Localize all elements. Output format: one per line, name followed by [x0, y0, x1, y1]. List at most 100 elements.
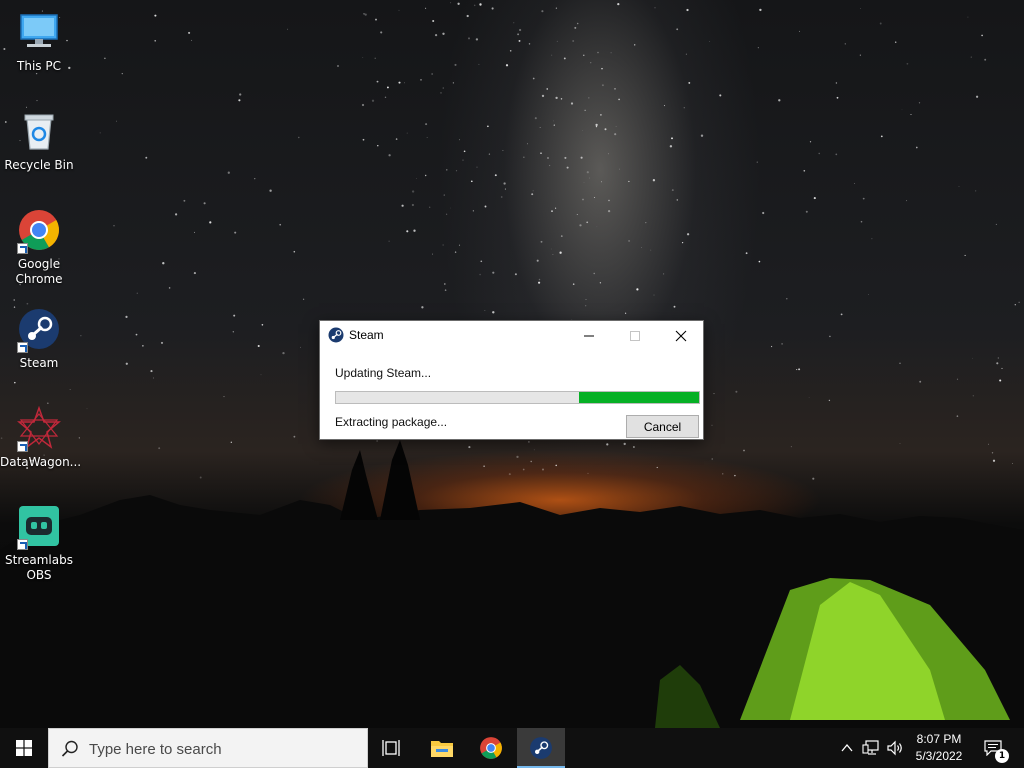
star	[862, 197, 865, 200]
star	[113, 225, 115, 227]
desktop-icon-datawagon[interactable]: DataWagon...	[0, 404, 81, 470]
taskbar-steam[interactable]	[517, 728, 565, 768]
star	[468, 37, 470, 40]
star	[906, 62, 909, 65]
star	[984, 58, 987, 61]
close-button[interactable]	[658, 321, 704, 351]
show-hidden-icons-button[interactable]	[836, 728, 858, 768]
star	[168, 287, 171, 289]
star	[145, 156, 148, 159]
star	[269, 189, 272, 192]
star	[513, 22, 515, 24]
star	[540, 152, 542, 154]
star	[466, 14, 469, 18]
star	[735, 390, 738, 393]
star	[595, 123, 598, 127]
star	[799, 30, 800, 32]
taskbar-clock[interactable]: 8:07 PM 5/3/2022	[908, 731, 970, 765]
star	[829, 335, 831, 338]
star	[462, 159, 464, 161]
star	[560, 235, 563, 237]
star	[538, 278, 541, 281]
task-view-icon	[382, 740, 400, 756]
star	[504, 188, 506, 190]
star	[996, 362, 999, 365]
star	[618, 98, 620, 101]
star	[362, 138, 365, 141]
star	[398, 81, 401, 84]
star	[443, 283, 446, 285]
star	[121, 72, 123, 75]
taskbar-file-explorer[interactable]	[418, 728, 466, 768]
star	[257, 344, 260, 348]
star	[607, 153, 609, 155]
star	[398, 9, 400, 11]
star	[475, 38, 479, 41]
desktop-icon-google-chrome[interactable]: Google Chrome	[0, 206, 78, 287]
steam-icon	[328, 327, 344, 348]
star	[380, 31, 383, 34]
star	[628, 180, 630, 183]
star	[972, 357, 973, 359]
star	[142, 345, 144, 347]
start-button[interactable]	[0, 728, 48, 768]
star	[425, 174, 427, 177]
star	[492, 271, 495, 274]
star	[13, 299, 15, 301]
clock-time: 8:07 PM	[916, 732, 962, 746]
desktop-icon-this-pc[interactable]: This PC	[0, 8, 78, 74]
star	[583, 54, 585, 56]
star	[805, 210, 808, 213]
star	[972, 395, 974, 397]
task-view-button[interactable]	[368, 728, 416, 768]
star	[673, 305, 676, 308]
star	[835, 153, 838, 156]
desktop-icon-recycle-bin[interactable]: Recycle Bin	[0, 107, 78, 173]
desktop-icon-label: This PC	[17, 59, 61, 73]
star	[813, 197, 816, 200]
this-pc-icon	[15, 8, 63, 56]
star	[69, 389, 71, 390]
minimize-button[interactable]	[566, 321, 612, 351]
star	[576, 213, 578, 216]
star	[585, 299, 587, 300]
star	[505, 64, 509, 67]
dialog-titlebar[interactable]: Steam	[320, 321, 703, 351]
volume-button[interactable]	[884, 728, 906, 768]
star	[759, 8, 762, 12]
star	[719, 94, 722, 97]
taskbar-search-box[interactable]: Type here to search	[48, 728, 368, 768]
star	[854, 183, 855, 184]
star	[981, 34, 983, 37]
star	[479, 3, 482, 6]
star	[479, 273, 481, 276]
desktop-icon-steam[interactable]: Steam	[0, 305, 78, 371]
taskbar-chrome[interactable]	[467, 728, 515, 768]
star	[374, 57, 376, 59]
network-button[interactable]	[860, 728, 882, 768]
star	[818, 152, 820, 155]
star	[880, 135, 883, 138]
star	[608, 199, 610, 202]
star	[597, 51, 599, 54]
star	[476, 166, 478, 168]
star	[454, 251, 457, 253]
star	[624, 312, 627, 314]
star	[401, 204, 404, 207]
star	[636, 288, 639, 291]
star	[860, 8, 861, 10]
cancel-button[interactable]: Cancel	[626, 415, 699, 438]
star	[686, 8, 689, 12]
star	[411, 203, 415, 207]
star	[745, 252, 748, 255]
star	[80, 335, 82, 337]
star	[906, 200, 908, 202]
star	[470, 180, 473, 183]
star	[663, 105, 665, 107]
star	[293, 250, 296, 253]
star	[564, 156, 567, 159]
star	[871, 238, 873, 240]
desktop-icon-streamlabs-obs[interactable]: Streamlabs OBS	[0, 502, 78, 583]
star	[541, 10, 544, 13]
star	[279, 223, 282, 226]
